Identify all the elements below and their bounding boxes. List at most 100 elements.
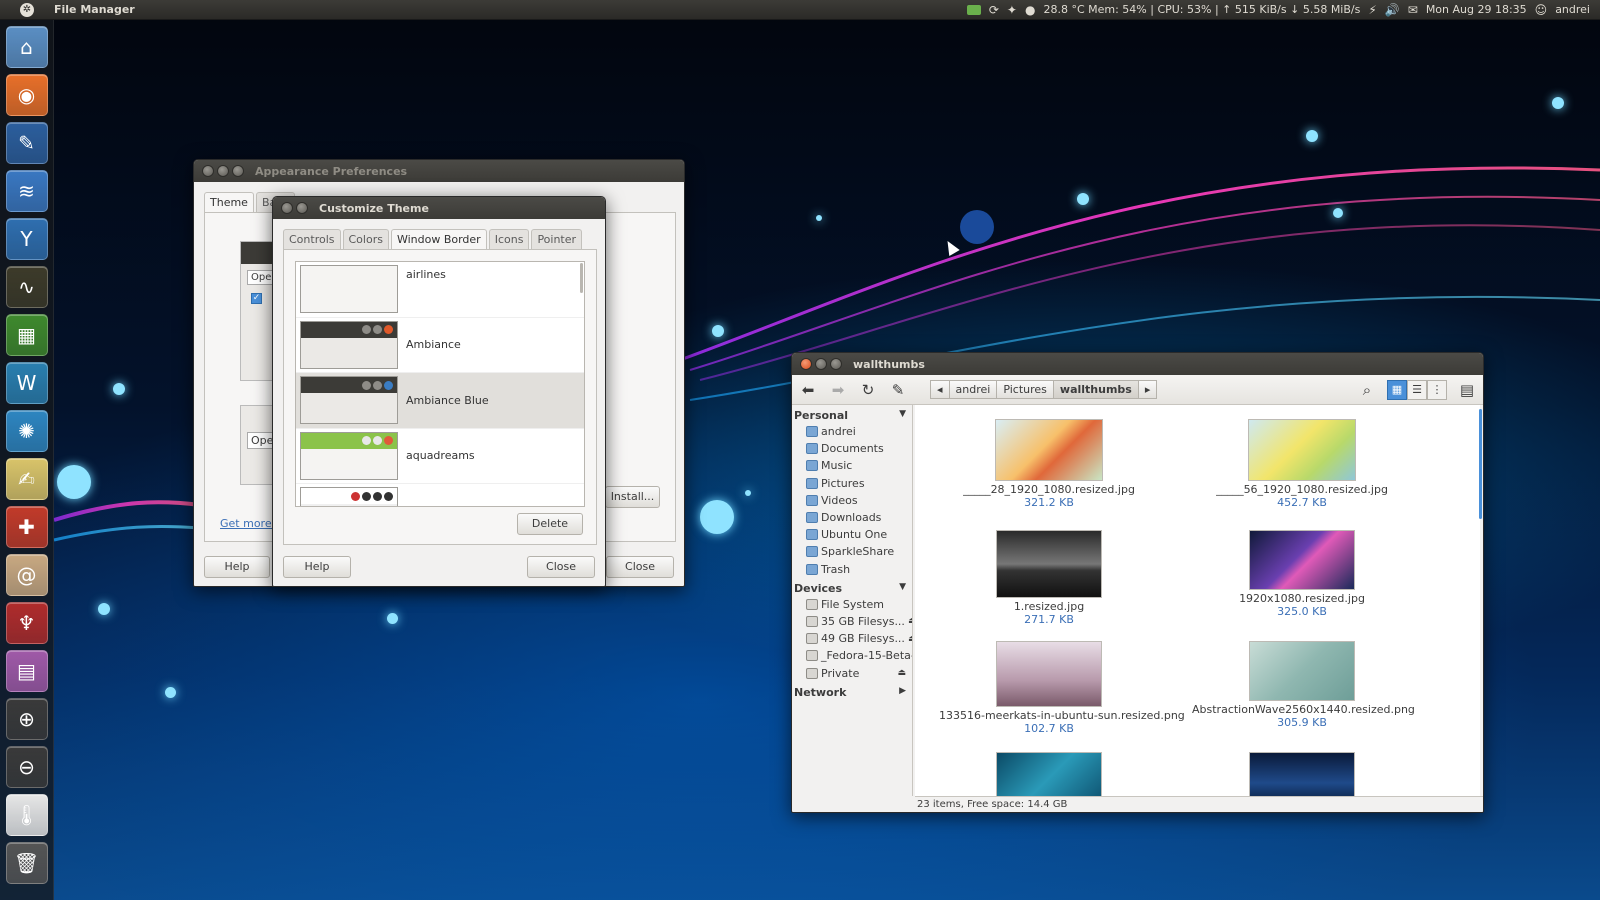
theme-row[interactable]: Ambiance [296,318,584,373]
installer-icon[interactable]: ✚ [5,506,48,548]
expander-arrow-icon[interactable]: ▼ [899,409,906,422]
thermometer-icon[interactable]: 🌡 [5,794,48,836]
sidebar-item[interactable]: Pictures [792,475,912,492]
network-icon[interactable]: ⚡ [1368,3,1376,17]
workspaces-icon[interactable]: ▤ [5,650,48,692]
customize-titlebar[interactable]: Customize Theme [273,197,605,219]
user-name[interactable]: andrei [1555,3,1590,16]
sidebar-section-devices[interactable]: Devices ▼ [792,578,912,596]
eject-icon[interactable]: ⏏ [908,634,912,644]
compact-view-icon[interactable]: ⋮ [1427,379,1447,400]
forward-icon[interactable]: ➡ [828,381,848,399]
maximize-icon[interactable] [296,202,308,214]
breadcrumb-pictures[interactable]: Pictures [996,380,1054,399]
sidebar-toggle-icon[interactable]: ▤ [1457,381,1477,399]
close-icon[interactable] [202,165,214,177]
file-item[interactable]: 1.resized.jpg 271.7 KB [939,530,1159,626]
firefox-icon[interactable]: ◉ [5,74,48,116]
search-icon[interactable]: ⌕ [1357,381,1377,399]
reload-icon[interactable]: ↻ [858,381,878,399]
maximize-icon[interactable] [830,358,842,370]
sidebar-section-network[interactable]: Network ▶ [792,682,912,700]
sidebar-item[interactable]: Trash [792,561,912,578]
close-button[interactable]: Close [606,556,674,578]
help-button[interactable]: Help [283,556,351,578]
window-border-list[interactable]: airlines Ambiance Ambiance Blue aquadreams A… [295,261,585,507]
volume-icon[interactable]: 🔊 [1385,3,1400,17]
sidebar-item[interactable]: SparkleShare [792,543,912,560]
sidebar-item[interactable]: 49 GB Filesys...⏏ [792,630,912,647]
sidebar-item[interactable]: Downloads [792,509,912,526]
breadcrumb-left-arrow[interactable]: ◂ [930,380,950,399]
sidebar-item[interactable]: File System [792,596,912,613]
breadcrumb-andrei[interactable]: andrei [948,380,998,399]
status-dot-icon[interactable]: ● [1025,3,1035,17]
user-icon[interactable]: ☺ [1535,3,1548,17]
close-icon[interactable] [281,202,293,214]
system-monitor-icon[interactable]: ∿ [5,266,48,308]
mail-icon[interactable]: ✉ [1408,3,1418,17]
grid-scrollbar[interactable] [1479,409,1482,519]
zoom-out-icon[interactable]: ⊖ [5,746,48,788]
help-button[interactable]: Help [204,556,270,578]
expander-arrow-icon[interactable]: ▼ [899,582,906,595]
sidebar-item[interactable]: Music [792,457,912,474]
breadcrumb-right-arrow[interactable]: ▸ [1137,380,1158,399]
tab-controls[interactable]: Controls [283,229,341,249]
home-folder-icon[interactable]: ⌂ [5,26,48,68]
file-item[interactable]: 133516-meerkats-in-ubuntu-sun.resized.pn… [939,641,1185,735]
file-item[interactable]: AbstractionWave2560x1440.resized.png 305.… [1192,641,1415,729]
shell-icon[interactable]: @ [5,554,48,596]
file-item[interactable] [939,752,1159,796]
ubuntu-logo-button[interactable]: ✲ [0,2,54,17]
fm-titlebar[interactable]: wallthumbs [792,353,1483,375]
checkbox-icon[interactable]: ✓ [251,293,262,304]
tab-window-border[interactable]: Window Border [390,229,487,249]
calc-icon[interactable]: ▦ [5,314,48,356]
sidebar-item[interactable]: Private ⏏ [792,664,912,681]
theme-row[interactable]: Ambiance Blue [296,373,584,429]
close-button[interactable]: Close [527,556,595,578]
sidebar-item[interactable]: Videos [792,492,912,509]
list-view-icon[interactable]: ☰ [1407,379,1427,400]
eject-icon[interactable]: ⏏ [908,616,912,626]
shotwell-icon[interactable]: ✺ [5,410,48,452]
sidebar-section-personal[interactable]: Personal ▼ [792,405,912,423]
minimize-icon[interactable] [815,358,827,370]
battery-icon[interactable] [966,4,981,15]
list-scrollbar[interactable] [580,263,583,293]
icon-view-icon[interactable]: ▦ [1387,379,1407,400]
file-item[interactable]: 1920x1080.resized.jpg 325.0 KB [1192,530,1412,618]
appearance-titlebar[interactable]: Appearance Preferences [194,160,684,182]
sidebar-item[interactable]: 35 GB Filesys...⏏ [792,613,912,630]
notes-icon[interactable]: ✍ [5,458,48,500]
theme-row[interactable]: airlines [296,262,584,318]
clock[interactable]: Mon Aug 29 18:35 [1426,3,1527,16]
sidebar-item[interactable]: Ubuntu One [792,526,912,543]
tie-icon[interactable]: ♆ [5,602,48,644]
system-monitor-readout[interactable]: 28.8 °C Mem: 54% | CPU: 53% | ↑ 515 KiB/… [1043,3,1360,16]
tab-colors[interactable]: Colors [342,229,389,249]
text-editor-icon[interactable]: ✎ [5,122,48,164]
back-icon[interactable]: ⬅ [798,381,818,399]
impress-icon[interactable]: W [5,362,48,404]
file-item[interactable]: _____56_1920_1080.resized.jpg 452.7 KB [1192,419,1412,509]
edit-location-icon[interactable]: ✎ [888,381,908,399]
trash-icon[interactable]: 🗑 [5,842,48,884]
zoom-in-icon[interactable]: ⊕ [5,698,48,740]
theme-row[interactable]: aquadreams [296,429,584,484]
eject-icon[interactable]: ⏏ [897,668,906,678]
theme-row[interactable]: Atlanta [296,484,584,506]
sidebar-item[interactable]: _Fedora-15-Beta- [792,647,912,664]
breadcrumb-wallthumbs[interactable]: wallthumbs [1052,380,1139,399]
maximize-icon[interactable] [232,165,244,177]
sidebar-item[interactable]: andrei [792,423,912,440]
expander-arrow-icon[interactable]: ▶ [899,686,906,699]
dropbox-icon[interactable]: ✦ [1007,3,1017,17]
tab-pointer[interactable]: Pointer [531,229,583,249]
close-icon[interactable] [800,358,812,370]
file-item[interactable] [1192,752,1412,796]
delete-button[interactable]: Delete [517,513,583,535]
minimize-icon[interactable] [217,165,229,177]
sync-icon[interactable]: ⟳ [989,3,999,17]
